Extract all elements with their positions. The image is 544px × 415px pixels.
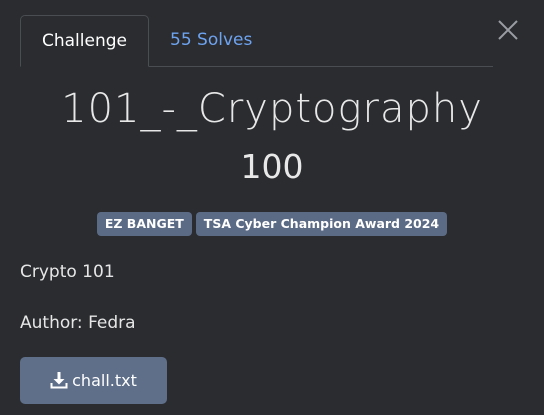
download-file-button[interactable]: chall.txt xyxy=(20,357,167,404)
challenge-description: Crypto 101 xyxy=(20,262,115,282)
challenge-tags: EZ BANGET TSA Cyber Champion Award 2024 xyxy=(0,212,544,236)
close-button[interactable] xyxy=(496,18,520,42)
tab-challenge[interactable]: Challenge xyxy=(20,15,149,67)
tab-solves[interactable]: 55 Solves xyxy=(170,15,252,66)
tag-badge: EZ BANGET xyxy=(96,212,192,236)
challenge-tabs: Challenge 55 Solves xyxy=(20,15,493,67)
challenge-author: Author: Fedra xyxy=(20,313,136,333)
file-name: chall.txt xyxy=(72,371,137,390)
challenge-points: 100 xyxy=(240,147,304,186)
challenge-modal: Challenge 55 Solves 101_-_Cryptography 1… xyxy=(0,0,544,415)
download-icon xyxy=(50,372,68,389)
tag-badge: TSA Cyber Champion Award 2024 xyxy=(195,212,448,236)
close-icon xyxy=(498,20,518,40)
challenge-name: 101_-_Cryptography xyxy=(61,86,483,132)
